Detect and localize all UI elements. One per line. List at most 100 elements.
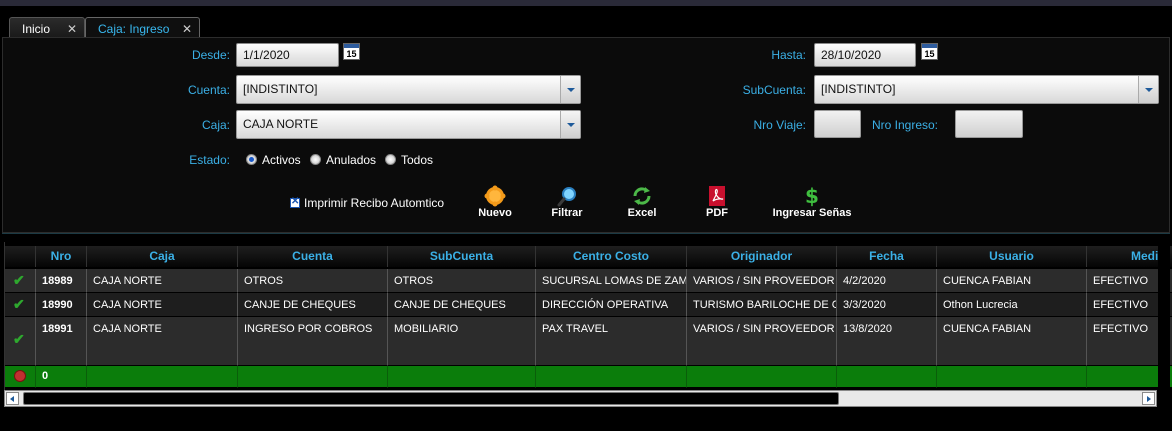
table-row[interactable]: ✔ 18991 CAJA NORTE INGRESO POR COBROS MO…: [5, 317, 1172, 366]
nuevo-label: Nuevo: [478, 207, 512, 219]
column-header-caja[interactable]: Caja: [87, 246, 238, 267]
pdf-button[interactable]: PDF: [696, 185, 738, 219]
cell-originador: VARIOS / SIN PROVEEDOR I: [687, 269, 837, 293]
cell-usuario: CUENCA FABIAN: [937, 269, 1087, 293]
tab-strip: Inicio ✕ Caja: Ingreso ✕: [0, 6, 1172, 43]
estado-activos-radio[interactable]: [246, 154, 257, 165]
cell-centro-costo: PAX TRAVEL: [536, 317, 687, 366]
column-header-nro[interactable]: Nro: [36, 246, 87, 267]
desde-label: Desde:: [191, 48, 230, 62]
scroll-right-icon[interactable]: [1142, 392, 1155, 405]
estado-todos-radio[interactable]: [385, 154, 396, 165]
cell-usuario: [937, 366, 1087, 388]
table-row-total[interactable]: 0: [5, 366, 1172, 388]
refresh-icon: [633, 187, 651, 205]
cell-originador: VARIOS / SIN PROVEEDOR I: [687, 317, 837, 366]
pdf-label: PDF: [706, 207, 728, 219]
ingresar-senas-label: Ingresar Señas: [772, 207, 852, 219]
tab-caja-ingreso-label: Caja: Ingreso: [98, 22, 170, 36]
sun-gear-icon: [484, 185, 506, 207]
chevron-down-icon[interactable]: [560, 76, 580, 103]
checkmark-icon: ✔: [5, 269, 36, 293]
cell-originador: TURISMO BARILOCHE DE C/: [687, 293, 837, 317]
svg-text:$: $: [805, 185, 819, 207]
cuenta-label: Cuenta:: [187, 83, 230, 97]
table-row[interactable]: ✔ 18989 CAJA NORTE OTROS OTROS SUCURSAL …: [5, 269, 1172, 293]
cell-usuario: CUENCA FABIAN: [937, 317, 1087, 366]
cell-cuenta: CANJE DE CHEQUES: [238, 293, 388, 317]
nro-ingreso-label: Nro Ingreso:: [871, 118, 938, 132]
results-table: Nro Caja Cuenta SubCuenta Centro Costo O…: [4, 242, 1172, 392]
column-header-fecha[interactable]: Fecha: [837, 246, 937, 267]
cell-fecha: 13/8/2020: [837, 317, 937, 366]
cell-caja: CAJA NORTE: [87, 269, 238, 293]
subcuenta-select[interactable]: [INDISTINTO]: [814, 75, 1159, 104]
column-header-centro-costo[interactable]: Centro Costo: [536, 246, 687, 267]
caja-select[interactable]: CAJA NORTE: [236, 110, 581, 139]
horizontal-scrollbar[interactable]: [4, 390, 1157, 407]
hasta-date-input[interactable]: 28/10/2020: [814, 43, 916, 67]
cell-centro-costo: [536, 366, 687, 388]
desde-date-input[interactable]: 1/1/2020: [236, 43, 339, 67]
excel-button[interactable]: Excel: [620, 185, 664, 219]
cell-nro: 18990: [36, 293, 87, 317]
scroll-thumb[interactable]: [23, 392, 839, 405]
cell-subcuenta: OTROS: [388, 269, 536, 293]
cell-centro-costo: DIRECCIÓN OPERATIVA: [536, 293, 687, 317]
cuenta-select[interactable]: [INDISTINTO]: [236, 75, 581, 104]
filtrar-label: Filtrar: [551, 207, 583, 219]
cell-fecha: [837, 366, 937, 388]
nro-ingreso-input[interactable]: [955, 110, 1023, 138]
chevron-down-icon[interactable]: [560, 111, 580, 138]
column-header-originador[interactable]: Originador: [687, 246, 837, 267]
nro-viaje-label: Nro Viaje:: [753, 118, 806, 132]
ingresar-senas-button[interactable]: $ Ingresar Señas: [766, 185, 858, 219]
column-header-usuario[interactable]: Usuario: [937, 246, 1087, 267]
calendar-icon[interactable]: 15: [343, 43, 360, 60]
nro-viaje-input[interactable]: [814, 110, 861, 138]
estado-anulados-label[interactable]: Anulados: [326, 153, 376, 167]
cell-caja: [87, 366, 238, 388]
stop-icon: [14, 370, 26, 382]
stop-icon-cell: [5, 366, 36, 388]
filtrar-button[interactable]: Filtrar: [544, 185, 590, 219]
checkmark-icon: ✔: [5, 293, 36, 317]
chevron-down-icon[interactable]: [1138, 76, 1158, 103]
magnifier-icon: [557, 187, 576, 207]
subcuenta-select-value: [INDISTINTO]: [821, 82, 896, 96]
caja-label: Caja:: [201, 118, 230, 132]
cell-nro: 18991: [36, 317, 87, 366]
column-header-subcuenta[interactable]: SubCuenta: [388, 246, 536, 267]
calendar-icon[interactable]: 15: [921, 43, 938, 60]
estado-todos-label[interactable]: Todos: [401, 153, 433, 167]
cell-subcuenta: MOBILIARIO: [388, 317, 536, 366]
column-header-cuenta[interactable]: Cuenta: [238, 246, 388, 267]
table-header: Nro Caja Cuenta SubCuenta Centro Costo O…: [5, 246, 1172, 267]
imprimir-label[interactable]: Imprimir Recibo Automtico: [304, 196, 444, 210]
checkmark-icon: ✔: [5, 317, 36, 366]
nuevo-button[interactable]: Nuevo: [470, 185, 520, 219]
estado-activos-label[interactable]: Activos: [262, 153, 301, 167]
cell-centro-costo: SUCURSAL LOMAS DE ZAMC: [536, 269, 687, 293]
tab-inicio-label: Inicio: [22, 22, 51, 36]
cell-originador: [687, 366, 837, 388]
cell-cuenta: [238, 366, 388, 388]
cell-caja: CAJA NORTE: [87, 317, 238, 366]
scroll-left-icon[interactable]: [6, 392, 19, 405]
column-header-status: [5, 246, 36, 267]
cell-subcuenta: [388, 366, 536, 388]
dollar-icon: $: [805, 185, 819, 207]
subcuenta-label: SubCuenta:: [742, 83, 806, 97]
imprimir-checkbox[interactable]: [290, 196, 300, 208]
hasta-label: Hasta:: [771, 48, 806, 62]
excel-label: Excel: [627, 207, 657, 219]
cell-nro: 18989: [36, 269, 87, 293]
estado-label: Estado:: [189, 153, 230, 167]
vertical-scrollbar[interactable]: [1158, 242, 1170, 392]
cell-nro: 0: [36, 366, 87, 388]
cell-subcuenta: CANJE DE CHEQUES: [388, 293, 536, 317]
table-row[interactable]: ✔ 18990 CAJA NORTE CANJE DE CHEQUES CANJ…: [5, 293, 1172, 317]
cell-fecha: 4/2/2020: [837, 269, 937, 293]
cell-cuenta: OTROS: [238, 269, 388, 293]
estado-anulados-radio[interactable]: [310, 154, 321, 165]
